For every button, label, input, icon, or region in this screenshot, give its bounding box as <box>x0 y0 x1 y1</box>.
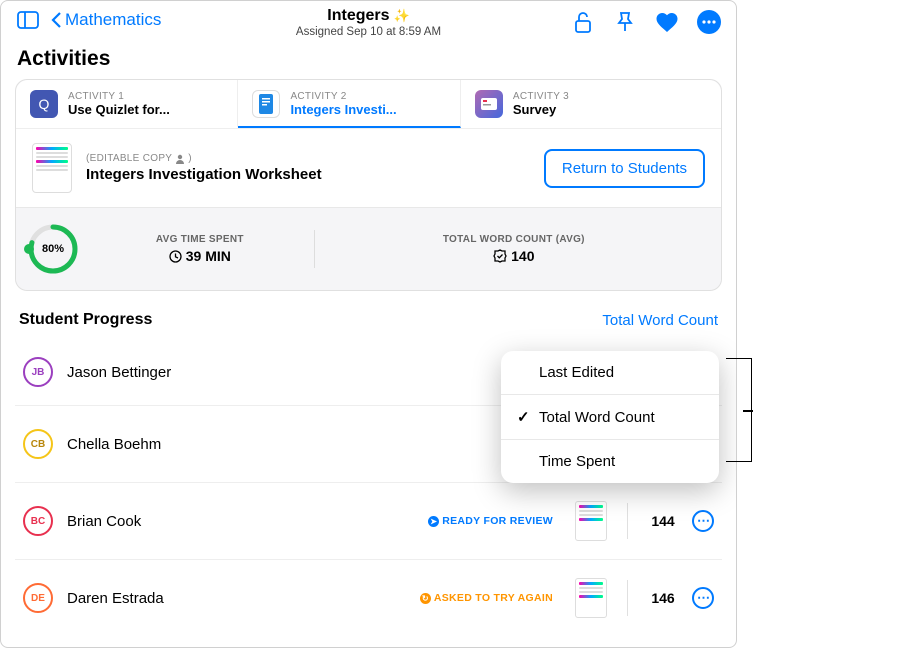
student-row[interactable]: BC Brian Cook ➤ READY FOR REVIEW 144 ⋯ <box>15 483 722 560</box>
count-value: 140 <box>511 248 534 264</box>
tab-activity-1[interactable]: Q ACTIVITY 1 Use Quizlet for... <box>16 80 238 128</box>
tab-eyebrow: ACTIVITY 3 <box>513 91 569 102</box>
back-button[interactable]: Mathematics <box>51 10 161 30</box>
avatar: CB <box>23 429 53 459</box>
pin-icon[interactable] <box>612 9 638 35</box>
dropdown-option-word-count[interactable]: ✓ Total Word Count <box>501 395 719 440</box>
tab-eyebrow: ACTIVITY 2 <box>290 91 396 102</box>
doc-icon <box>252 90 280 118</box>
progress-percent: 80% <box>26 222 80 276</box>
sort-dropdown-menu: Last Edited ✓ Total Word Count Time Spen… <box>501 351 719 483</box>
dropdown-option-last-edited[interactable]: Last Edited <box>501 351 719 395</box>
status-badge: ↻ ASKED TO TRY AGAIN <box>420 592 553 604</box>
page-title: Integers <box>327 7 389 25</box>
status-badge: ➤ READY FOR REVIEW <box>428 515 553 527</box>
word-count: 144 <box>648 513 678 529</box>
submission-thumb <box>575 578 607 618</box>
tab-label: Use Quizlet for... <box>68 102 170 117</box>
section-header: Activities <box>1 39 736 79</box>
sidebar-toggle-icon[interactable] <box>15 9 41 31</box>
page-subtitle: Assigned Sep 10 at 8:59 AM <box>296 26 441 38</box>
tab-activity-2[interactable]: ACTIVITY 2 Integers Investi... <box>238 80 460 128</box>
return-to-students-button[interactable]: Return to Students <box>544 149 705 188</box>
student-name: Brian Cook <box>67 513 414 530</box>
detail-title: Integers Investigation Worksheet <box>86 166 544 183</box>
back-label: Mathematics <box>65 10 161 30</box>
sparkle-icon: ✨ <box>394 8 410 24</box>
progress-ring: 80% <box>26 222 80 276</box>
row-more-button[interactable]: ⋯ <box>692 587 714 609</box>
heart-icon[interactable] <box>654 9 680 35</box>
student-name: Daren Estrada <box>67 590 406 607</box>
row-more-button[interactable]: ⋯ <box>692 510 714 532</box>
student-name: Chella Boehm <box>67 436 518 453</box>
student-row[interactable]: DE Daren Estrada ↻ ASKED TO TRY AGAIN 14… <box>15 560 722 636</box>
avatar: JB <box>23 357 53 387</box>
dropdown-option-time-spent[interactable]: Time Spent <box>501 440 719 483</box>
count-label: TOTAL WORD COUNT (AVG) <box>315 234 713 245</box>
word-count: 146 <box>648 590 678 606</box>
avatar: DE <box>23 583 53 613</box>
tab-activity-3[interactable]: ACTIVITY 3 Survey <box>461 80 721 128</box>
quizlet-icon: Q <box>30 90 58 118</box>
time-label: AVG TIME SPENT <box>86 234 314 245</box>
time-value: 39 MIN <box>186 248 231 264</box>
tab-eyebrow: ACTIVITY 1 <box>68 91 170 102</box>
sort-dropdown-link[interactable]: Total Word Count <box>602 312 718 329</box>
survey-icon <box>475 90 503 118</box>
unlock-icon[interactable] <box>570 9 596 35</box>
checkmark-icon: ✓ <box>517 408 531 426</box>
submission-thumb <box>575 501 607 541</box>
worksheet-thumb <box>32 143 72 193</box>
tab-label: Survey <box>513 102 569 117</box>
tab-label: Integers Investi... <box>290 102 396 117</box>
clock-icon <box>169 250 182 263</box>
editable-badge: (EDITABLE COPY ) <box>86 153 544 164</box>
badge-icon <box>493 249 507 263</box>
avatar: BC <box>23 506 53 536</box>
more-icon[interactable] <box>696 9 722 35</box>
progress-title: Student Progress <box>19 311 152 329</box>
callout-bracket <box>726 358 752 462</box>
